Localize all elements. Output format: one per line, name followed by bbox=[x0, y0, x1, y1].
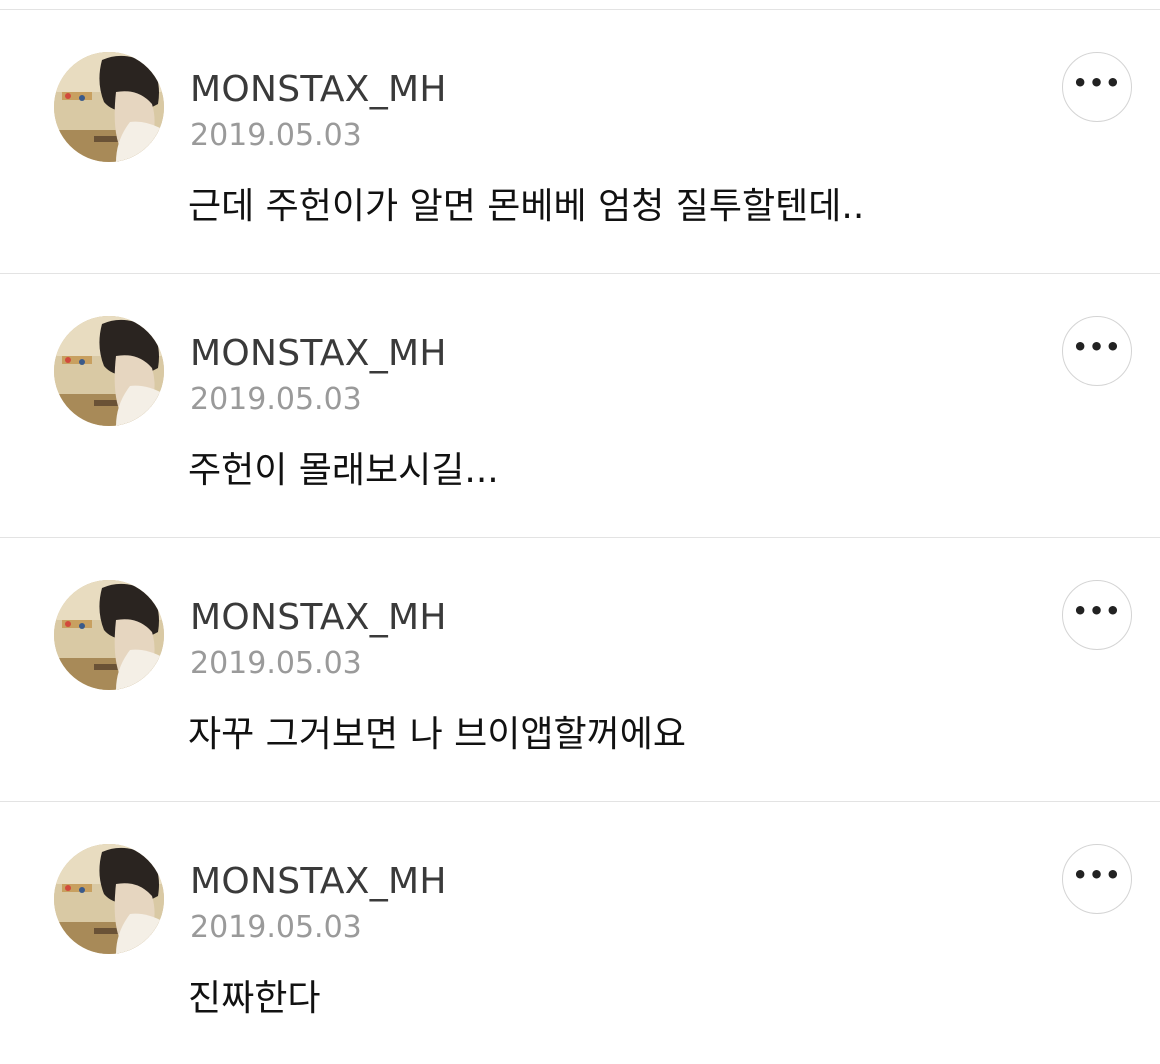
avatar[interactable] bbox=[54, 52, 164, 162]
comment-item: MONSTAX_MH 2019.05.03 주헌이 몰래보시길... ••• bbox=[0, 274, 1160, 538]
avatar[interactable] bbox=[54, 316, 164, 426]
comment-item: MONSTAX_MH 2019.05.03 진짜한다 ••• bbox=[0, 802, 1160, 1064]
comment-text: 근데 주헌이가 알면 몬베베 엄청 질투할텐데.. bbox=[188, 186, 865, 227]
username[interactable]: MONSTAX_MH bbox=[190, 597, 447, 639]
username[interactable]: MONSTAX_MH bbox=[190, 333, 447, 375]
comment-item: MONSTAX_MH 2019.05.03 자꾸 그거보면 나 브이앱할꺼에요 … bbox=[0, 538, 1160, 802]
comment-feed: MONSTAX_MH 2019.05.03 근데 주헌이가 알면 몬베베 엄청 … bbox=[0, 0, 1160, 1064]
avatar[interactable] bbox=[54, 580, 164, 690]
username[interactable]: MONSTAX_MH bbox=[190, 69, 447, 111]
avatar[interactable] bbox=[54, 844, 164, 954]
avatar-photo bbox=[54, 316, 164, 426]
comment-text: 진짜한다 bbox=[188, 978, 321, 1019]
comment-item: MONSTAX_MH 2019.05.03 근데 주헌이가 알면 몬베베 엄청 … bbox=[0, 10, 1160, 274]
comment-text: 주헌이 몰래보시길... bbox=[188, 450, 499, 491]
comment-text: 자꾸 그거보면 나 브이앱할꺼에요 bbox=[188, 714, 687, 755]
more-options-button[interactable]: ••• bbox=[1062, 52, 1132, 122]
more-horizontal-icon: ••• bbox=[1072, 69, 1122, 97]
comment-date: 2019.05.03 bbox=[190, 382, 362, 417]
username[interactable]: MONSTAX_MH bbox=[190, 861, 447, 903]
avatar-photo bbox=[54, 580, 164, 690]
more-horizontal-icon: ••• bbox=[1072, 597, 1122, 625]
comment-date: 2019.05.03 bbox=[190, 118, 362, 153]
avatar-photo bbox=[54, 52, 164, 162]
more-options-button[interactable]: ••• bbox=[1062, 844, 1132, 914]
more-options-button[interactable]: ••• bbox=[1062, 580, 1132, 650]
more-options-button[interactable]: ••• bbox=[1062, 316, 1132, 386]
more-horizontal-icon: ••• bbox=[1072, 333, 1122, 361]
comment-date: 2019.05.03 bbox=[190, 910, 362, 945]
more-horizontal-icon: ••• bbox=[1072, 861, 1122, 889]
comment-date: 2019.05.03 bbox=[190, 646, 362, 681]
avatar-photo bbox=[54, 844, 164, 954]
